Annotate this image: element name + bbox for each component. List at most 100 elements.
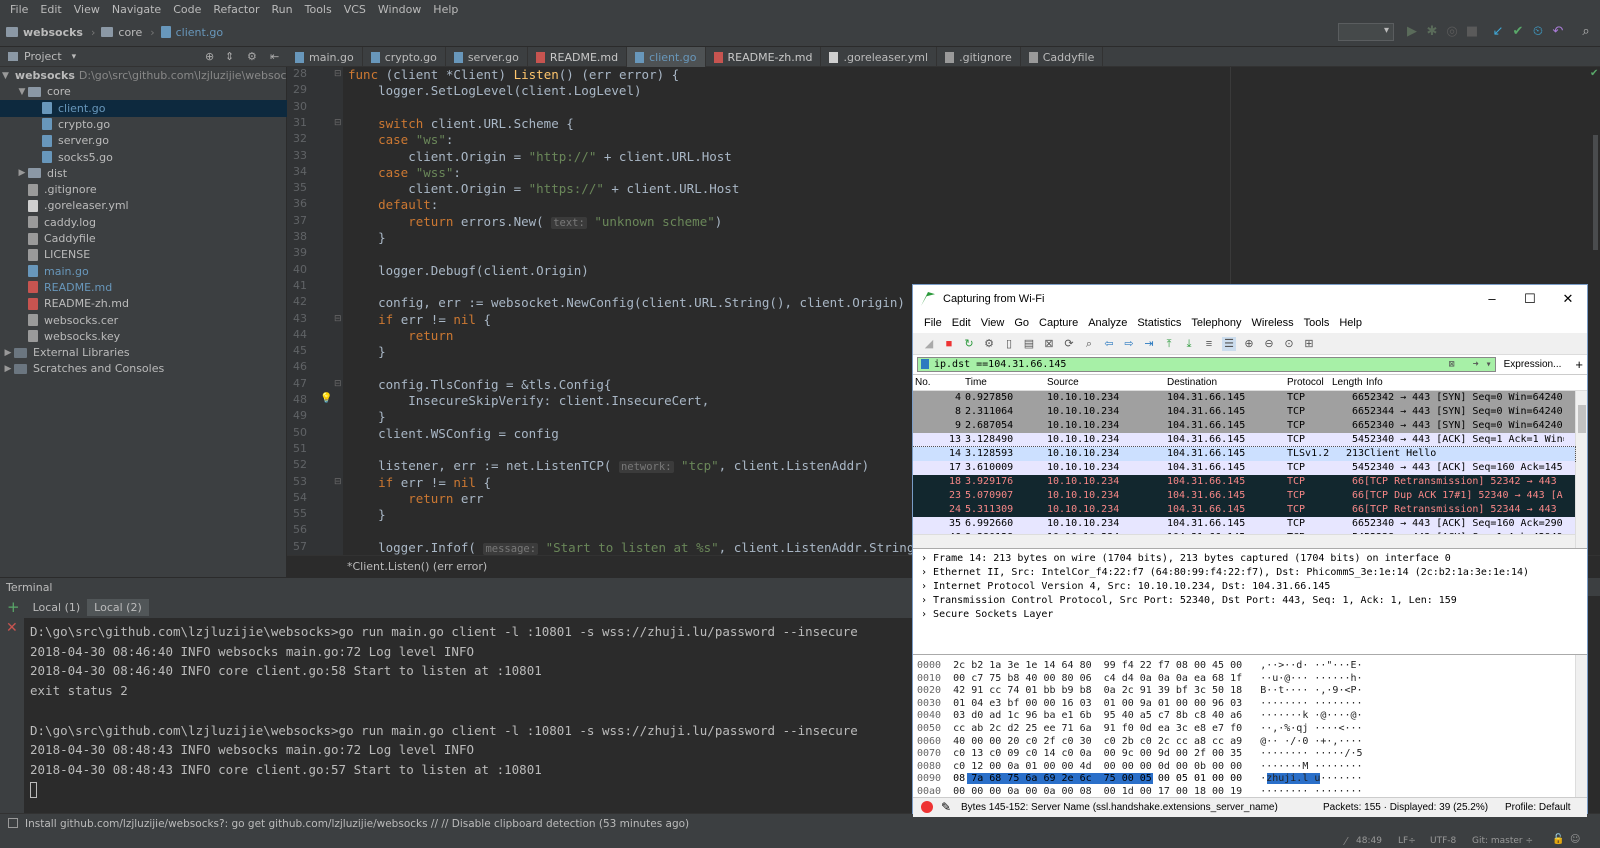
- packet-list[interactable]: 4 0.927850 10.10.10.234 104.31.66.145 TCP 66 5…: [913, 391, 1587, 548]
- packet-row[interactable]: 17 3.610009 10.10.10.234 104.31.66.145 TCP 54…: [913, 461, 1575, 475]
- terminal-output[interactable]: D:\go\src\github.com\lzjluzijie\websocks…: [24, 618, 912, 814]
- packet-row[interactable]: 23 5.070907 10.10.10.234 104.31.66.145 TCP 66…: [913, 489, 1575, 503]
- packet-row[interactable]: 35 6.992660 10.10.10.234 104.31.66.145 TCP 66…: [913, 517, 1575, 531]
- close-file-icon[interactable]: ⊠: [1042, 337, 1056, 351]
- tree-item[interactable]: caddy.log: [0, 214, 287, 231]
- add-terminal-icon[interactable]: +: [7, 598, 20, 616]
- tree-item[interactable]: ▶ Scratches and Consoles: [0, 360, 287, 377]
- tab--gitignore[interactable]: .gitignore: [937, 47, 1021, 67]
- tab-server-go[interactable]: server.go: [446, 47, 528, 67]
- fold-marker-icon[interactable]: ⊟: [334, 118, 342, 128]
- horizontal-scrollbar[interactable]: [913, 534, 1575, 548]
- tree-item[interactable]: ▶ External Libraries: [0, 344, 287, 361]
- edit-comment-icon[interactable]: ✎: [941, 800, 951, 814]
- menu-item-edit[interactable]: Edit: [34, 3, 67, 16]
- chevron-right-icon[interactable]: ▶: [2, 364, 14, 374]
- locate-icon[interactable]: ⊕: [205, 50, 214, 63]
- column-header-info[interactable]: Info: [1366, 377, 1383, 388]
- tab--goreleaser-yml[interactable]: .goreleaser.yml: [821, 47, 938, 67]
- column-header-protocol[interactable]: Protocol: [1287, 377, 1324, 388]
- menu-item-tools[interactable]: Tools: [299, 3, 338, 16]
- scrollbar-thumb[interactable]: [1578, 405, 1586, 433]
- capture-options-icon[interactable]: ⚙: [982, 337, 996, 351]
- tab-main-go[interactable]: main.go: [287, 47, 363, 67]
- run-icon[interactable]: ▶: [1404, 24, 1420, 40]
- chevron-right-icon[interactable]: ›: [921, 567, 933, 578]
- reload-icon[interactable]: ⟳: [1062, 337, 1076, 351]
- vcs-update-icon[interactable]: ↙: [1490, 24, 1506, 40]
- ws-menu-item-capture[interactable]: Capture: [1034, 317, 1083, 329]
- packet-row[interactable]: 14 3.128593 10.10.10.234 104.31.66.145 TLSv1…: [913, 446, 1576, 462]
- tree-item[interactable]: websocks.cer: [0, 312, 287, 329]
- autoscroll-icon[interactable]: ≡: [1202, 337, 1216, 351]
- terminal-tab-2[interactable]: Local (2): [87, 598, 149, 616]
- ws-menu-item-view[interactable]: View: [976, 317, 1010, 329]
- vcs-history-icon[interactable]: ⏲: [1530, 24, 1546, 40]
- tree-item[interactable]: README-zh.md: [0, 295, 287, 312]
- debug-icon[interactable]: ✱: [1424, 24, 1440, 40]
- colorize-icon[interactable]: ☰: [1222, 336, 1236, 351]
- start-capture-icon[interactable]: ◢: [922, 337, 936, 351]
- column-header-length[interactable]: Length: [1332, 377, 1363, 388]
- ws-menu-item-go[interactable]: Go: [1009, 317, 1034, 329]
- gear-icon[interactable]: ⚙: [247, 50, 257, 63]
- detail-row[interactable]: › Frame 14: 213 bytes on wire (1704 bits…: [921, 553, 1451, 564]
- chevron-right-icon[interactable]: ▶: [2, 348, 14, 358]
- breadcrumb-folder[interactable]: core: [101, 26, 142, 39]
- menu-item-view[interactable]: View: [68, 3, 106, 16]
- tree-item[interactable]: crypto.go: [0, 116, 287, 133]
- save-icon[interactable]: ▤: [1022, 337, 1036, 351]
- expression-button[interactable]: Expression...: [1504, 359, 1562, 370]
- tree-item[interactable]: LICENSE: [0, 246, 287, 263]
- ws-menu-item-telephony[interactable]: Telephony: [1186, 317, 1246, 329]
- close-icon[interactable]: ✕: [6, 620, 18, 636]
- chevron-down-icon[interactable]: ▾: [72, 52, 77, 62]
- packet-row[interactable]: 24 5.311309 10.10.10.234 104.31.66.145 TCP 66…: [913, 503, 1575, 517]
- chevron-down-icon[interactable]: ▾: [1486, 358, 1492, 371]
- resize-columns-icon[interactable]: ⊞: [1302, 337, 1316, 351]
- ws-menu-item-edit[interactable]: Edit: [947, 317, 976, 329]
- ws-menu-item-file[interactable]: File: [919, 317, 947, 329]
- breadcrumb-file[interactable]: client.go: [160, 26, 223, 39]
- hex-row[interactable]: 0040 03 d0 ad 1c 96 ba e1 6b 95 40 a5 c7…: [917, 709, 1363, 722]
- hex-row[interactable]: 0070 c0 13 c0 09 c0 14 c0 0a 00 9c 00 9d…: [917, 747, 1363, 760]
- packet-bytes[interactable]: 0000 2c b2 1a 3e 1e 14 64 80 99 f4 22 f7…: [913, 655, 1587, 797]
- hex-row[interactable]: 0000 2c b2 1a 3e 1e 14 64 80 99 f4 22 f7…: [917, 659, 1363, 672]
- go-to-packet-icon[interactable]: ⇥: [1142, 337, 1156, 351]
- bookmark-icon[interactable]: [921, 359, 929, 369]
- tree-item[interactable]: client.go: [0, 99, 287, 117]
- tree-item[interactable]: server.go: [0, 132, 287, 149]
- project-panel-title[interactable]: Project: [24, 50, 62, 63]
- tree-item[interactable]: ▼ websocks D:\go\src\github.com\lzjluzijie…: [0, 67, 299, 84]
- stop-icon[interactable]: ■: [1464, 24, 1480, 40]
- git-branch[interactable]: Git: master ÷: [1472, 836, 1533, 846]
- packet-row[interactable]: 8 2.311064 10.10.10.234 104.31.66.145 TCP 66 5…: [913, 405, 1575, 419]
- detail-row[interactable]: › Secure Sockets Layer: [921, 609, 1053, 620]
- tree-item[interactable]: README.md: [0, 279, 287, 296]
- tree-item[interactable]: main.go: [0, 263, 287, 280]
- find-packet-icon[interactable]: ⌕: [1082, 337, 1096, 351]
- chevron-right-icon[interactable]: ›: [921, 581, 933, 592]
- close-icon[interactable]: ✕: [1549, 285, 1587, 313]
- hex-scrollbar[interactable]: [1575, 655, 1587, 797]
- ws-menu-item-tools[interactable]: Tools: [1299, 317, 1335, 329]
- open-icon[interactable]: ▯: [1002, 337, 1016, 351]
- go-back-icon[interactable]: ⇦: [1102, 337, 1116, 351]
- fold-marker-icon[interactable]: ⊟: [334, 477, 342, 487]
- fold-marker-icon[interactable]: ⊟: [334, 379, 342, 389]
- column-header-destination[interactable]: Destination: [1167, 377, 1217, 388]
- column-header-time[interactable]: Time: [965, 377, 987, 388]
- menu-item-help[interactable]: Help: [427, 3, 464, 16]
- maximize-icon[interactable]: ☐: [1511, 285, 1549, 313]
- stop-capture-icon[interactable]: ■: [942, 337, 956, 351]
- packet-list-scrollbar[interactable]: [1575, 391, 1587, 548]
- fold-marker-icon[interactable]: ⊟: [334, 314, 342, 324]
- tree-item[interactable]: Caddyfile: [0, 230, 287, 247]
- panel-toggle-icon[interactable]: [8, 818, 18, 828]
- coverage-icon[interactable]: ◎: [1444, 24, 1460, 40]
- menu-item-window[interactable]: Window: [372, 3, 427, 16]
- menu-item-vcs[interactable]: VCS: [338, 3, 372, 16]
- apply-filter-icon[interactable]: ➜: [1473, 358, 1479, 371]
- first-packet-icon[interactable]: ⤒: [1162, 337, 1176, 351]
- tree-item[interactable]: ▼ core: [0, 83, 287, 100]
